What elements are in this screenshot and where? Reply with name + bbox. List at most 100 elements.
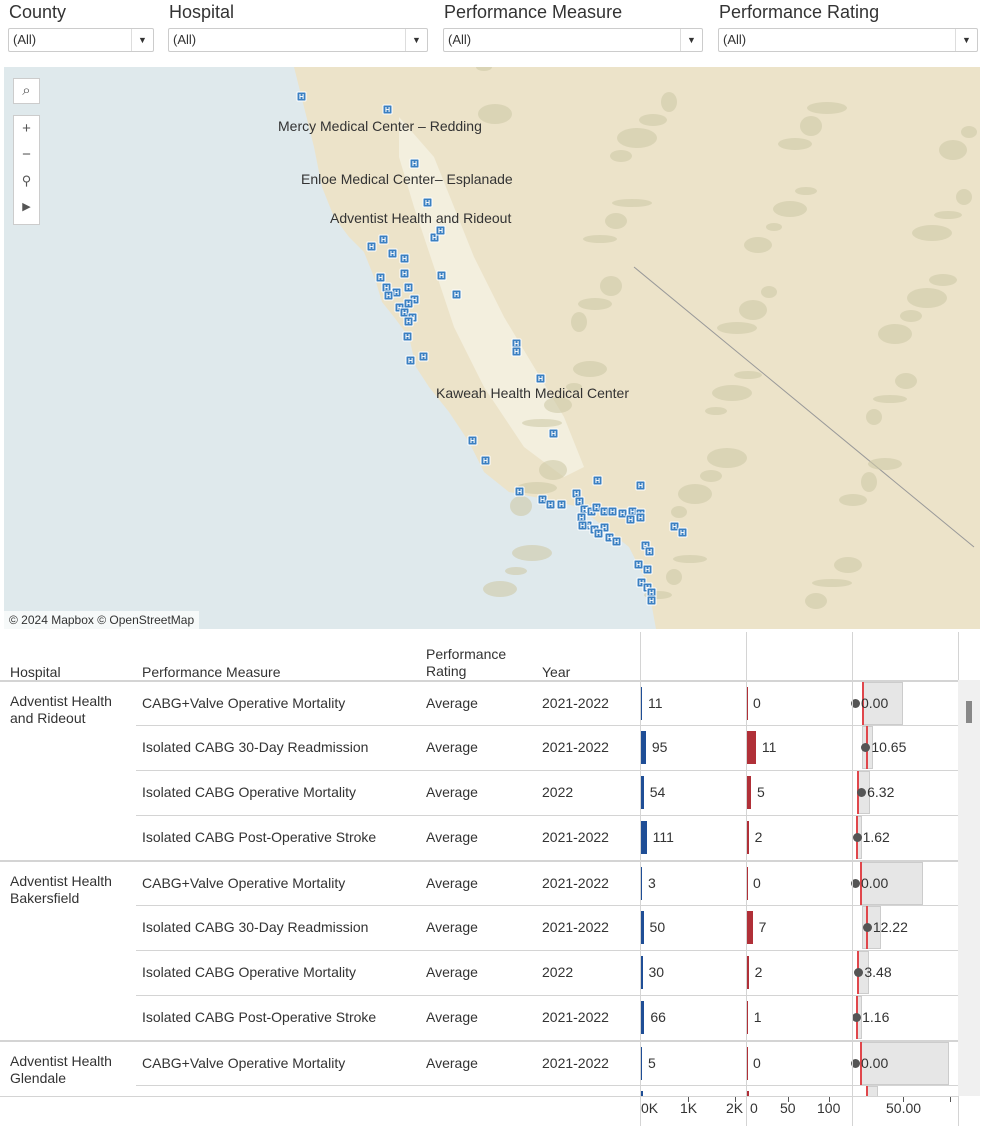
events-bar[interactable] [747,776,752,809]
hospital-marker[interactable]: H [593,528,604,539]
cases-bar[interactable] [641,687,642,720]
svg-text:H: H [406,301,411,308]
measure-cell: CABG+Valve Operative Mortality [142,875,346,891]
events-bar[interactable] [747,956,749,989]
hospital-marker[interactable]: H [625,514,636,525]
hospital-marker[interactable]: H [436,270,447,281]
table-row[interactable]: Isolated CABG 30-Day Readmission Average… [0,1085,958,1096]
hospital-marker[interactable]: H [382,104,393,115]
expand-toolbar-button[interactable]: ▶ [14,194,39,220]
cases-bar[interactable] [641,1047,642,1080]
hospital-marker[interactable]: H [375,272,386,283]
table-row[interactable]: Isolated CABG Operative Mortality Averag… [0,950,958,995]
hospital-marker[interactable]: H [577,520,588,531]
header-year[interactable]: Year [542,664,570,680]
hospital-marker[interactable]: H [422,197,433,208]
hospital-marker[interactable]: H [556,499,567,510]
events-bar[interactable] [747,821,749,854]
map-search-button[interactable]: ⌕ [13,78,40,104]
scrollbar[interactable] [958,680,980,1096]
zoom-out-button[interactable]: − [14,142,39,168]
hospital-name[interactable]: Adventist Health Bakersfield [10,873,135,907]
cases-value: 66 [650,1009,666,1025]
rate-dot[interactable] [862,923,872,932]
events-bar[interactable] [747,731,756,764]
hospital-marker[interactable]: H [644,546,655,557]
hospital-marker[interactable]: H [592,475,603,486]
table-row[interactable]: Isolated CABG Post-Operative Stroke Aver… [0,815,958,860]
table-row[interactable]: Isolated CABG Operative Mortality Averag… [0,770,958,815]
table-row[interactable]: Isolated CABG 30-Day Readmission Average… [0,725,958,770]
hospital-marker[interactable]: H [677,527,688,538]
cases-bar[interactable] [641,867,642,900]
cases-bar[interactable] [641,776,644,809]
filter-dropdown[interactable]: (All) ▼ [443,28,703,52]
hospital-marker[interactable]: H [418,351,429,362]
cases-bar[interactable] [641,911,644,944]
hospital-marker[interactable]: H [480,455,491,466]
cases-bar[interactable] [641,1001,645,1034]
hospital-marker[interactable]: H [402,331,413,342]
hospital-name[interactable]: Adventist Health and Rideout [10,693,135,727]
hospital-marker[interactable]: H [451,289,462,300]
hospital-marker[interactable]: H [296,91,307,102]
hospital-marker[interactable]: H [633,559,644,570]
hospital-marker[interactable]: H [403,298,414,309]
terrain [839,494,867,506]
hospital-marker[interactable]: H [366,241,377,252]
hospital-marker[interactable]: H [383,290,394,301]
events-value: 0 [753,875,761,891]
header-rating[interactable]: Performance Rating [426,646,526,680]
events-bar[interactable] [747,911,753,944]
rate-dot[interactable] [852,833,862,842]
pin-map-button[interactable]: ⚲ [14,168,39,194]
hospital-marker[interactable]: H [611,536,622,547]
cases-bar[interactable] [641,821,647,854]
scrollbar-thumb[interactable] [966,701,972,723]
hospital-marker[interactable]: H [642,564,653,575]
filter-dropdown[interactable]: (All) ▼ [8,28,154,52]
zoom-in-button[interactable]: + [14,116,39,142]
hospital-marker[interactable]: H [399,268,410,279]
hospital-marker[interactable]: H [545,499,556,510]
hospital-marker[interactable]: H [646,595,657,606]
hospital-marker[interactable]: H [607,506,618,517]
hospital-marker[interactable]: H [403,282,414,293]
header-hospital[interactable]: Hospital [10,664,61,680]
table-row[interactable]: Isolated CABG Post-Operative Stroke Aver… [0,995,958,1040]
cases-bar[interactable] [641,956,643,989]
hospital-marker[interactable]: H [511,346,522,357]
confidence-interval[interactable] [866,1086,879,1096]
events-bar[interactable] [747,1047,748,1080]
hospital-marker[interactable]: H [378,234,389,245]
filter-dropdown[interactable]: (All) ▼ [718,28,978,52]
hospital-marker[interactable]: H [548,428,559,439]
table-body: Adventist Health and Rideout CABG+Valve O… [0,680,960,1096]
hospital-marker[interactable]: H [399,253,410,264]
hospital-marker[interactable]: H [514,486,525,497]
events-bar[interactable] [747,867,748,900]
hospital-marker[interactable]: H [635,480,646,491]
table-row[interactable]: Isolated CABG 30-Day Readmission Average… [0,905,958,950]
hospital-marker[interactable]: H [405,355,416,366]
filter-dropdown[interactable]: (All) ▼ [168,28,428,52]
map-canvas[interactable]: HHHHHHHHHHHHHH HHHHHHHHHHHHHHHHHHHHH HHHHH… [4,67,980,629]
events-bar[interactable] [747,687,748,720]
table-row[interactable]: Adventist Health Bakersfield CABG+Valve O… [0,860,958,907]
hospital-map[interactable]: HHHHHHHHHHHHHHHHHHHHHHHHHHHHHHHHHHHHHHHH… [4,67,980,629]
table-row[interactable]: Adventist Health and Rideout CABG+Valve O… [0,680,958,727]
rating-cell: Average [426,695,478,711]
map-attribution[interactable]: © 2024 Mapbox © OpenStreetMap [4,611,200,629]
table-row[interactable]: Adventist Health Glendale CABG+Valve Oper… [0,1040,958,1087]
hospital-marker[interactable]: H [403,316,414,327]
hospital-marker[interactable]: H [409,158,420,169]
hospital-name[interactable]: Adventist Health Glendale [10,1053,135,1087]
hospital-marker[interactable]: H [467,435,478,446]
cases-bar[interactable] [641,731,646,764]
events-bar[interactable] [747,1001,748,1034]
hospital-marker[interactable]: H [387,248,398,259]
hospital-marker[interactable]: H [435,225,446,236]
header-measure[interactable]: Performance Measure [142,664,281,680]
hospital-marker[interactable]: H [535,373,546,384]
hospital-marker[interactable]: H [635,512,646,523]
